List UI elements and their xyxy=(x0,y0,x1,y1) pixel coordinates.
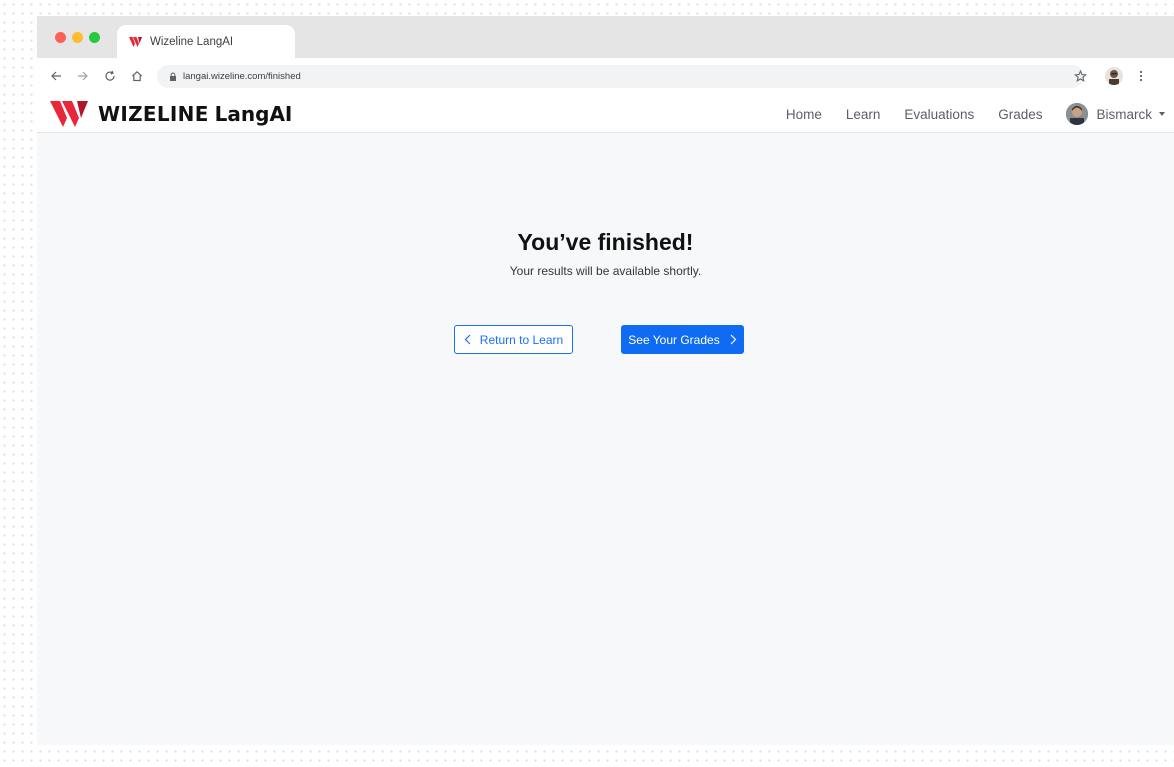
logo-wordmark: WIZELINE xyxy=(98,102,209,126)
close-window-button[interactable] xyxy=(55,32,66,43)
minimize-window-button[interactable] xyxy=(72,32,83,43)
menu-dots-icon[interactable] xyxy=(1132,67,1150,85)
nav-grades[interactable]: Grades xyxy=(998,107,1042,122)
address-bar[interactable]: langai.wizeline.com/finished xyxy=(157,65,1084,88)
browser-tab[interactable]: Wizeline LangAI xyxy=(117,25,295,58)
main-nav: Home Learn Evaluations Grades Bismarck xyxy=(786,95,1174,133)
bookmark-star-icon[interactable] xyxy=(1071,67,1089,85)
tab-title: Wizeline LangAI xyxy=(150,35,234,48)
forward-arrow-icon[interactable] xyxy=(74,67,92,85)
app-logo[interactable]: WIZELINE LangAI xyxy=(50,101,292,127)
return-to-learn-button[interactable]: Return to Learn xyxy=(454,325,573,354)
avatar xyxy=(1066,103,1089,125)
user-name: Bismarck xyxy=(1096,106,1152,122)
home-icon[interactable] xyxy=(128,67,146,85)
nav-evaluations[interactable]: Evaluations xyxy=(904,107,974,122)
app-navbar: WIZELINE LangAI Home Learn Evaluations G… xyxy=(37,95,1174,133)
return-to-learn-label: Return to Learn xyxy=(479,332,564,347)
lock-icon xyxy=(170,72,176,81)
browser-toolbar: langai.wizeline.com/finished xyxy=(37,58,1174,95)
reload-icon[interactable] xyxy=(101,67,119,85)
see-grades-label: See Your Grades xyxy=(628,332,720,347)
see-grades-button[interactable]: See Your Grades xyxy=(621,325,744,354)
nav-home[interactable]: Home xyxy=(786,107,822,122)
caret-down-icon xyxy=(1159,112,1165,116)
tab-strip: Wizeline LangAI xyxy=(37,16,1174,58)
chevron-right-icon xyxy=(730,334,737,345)
wizeline-logo-icon xyxy=(50,101,88,127)
browser-profile-avatar[interactable] xyxy=(1105,67,1123,85)
back-arrow-icon[interactable] xyxy=(47,67,65,85)
maximize-window-button[interactable] xyxy=(89,32,100,43)
address-url: langai.wizeline.com/finished xyxy=(183,71,301,82)
page-title: You’ve finished! xyxy=(517,229,694,255)
browser-window: Wizeline LangAI langai.wizeline.com/fini… xyxy=(37,16,1174,745)
user-menu[interactable]: Bismarck xyxy=(1066,103,1165,125)
page-subtitle: Your results will be available shortly. xyxy=(509,264,702,278)
logo-product-name: LangAI xyxy=(214,102,293,126)
nav-learn[interactable]: Learn xyxy=(846,107,881,122)
chevron-left-icon xyxy=(464,334,471,345)
wizeline-favicon-icon xyxy=(129,36,142,47)
